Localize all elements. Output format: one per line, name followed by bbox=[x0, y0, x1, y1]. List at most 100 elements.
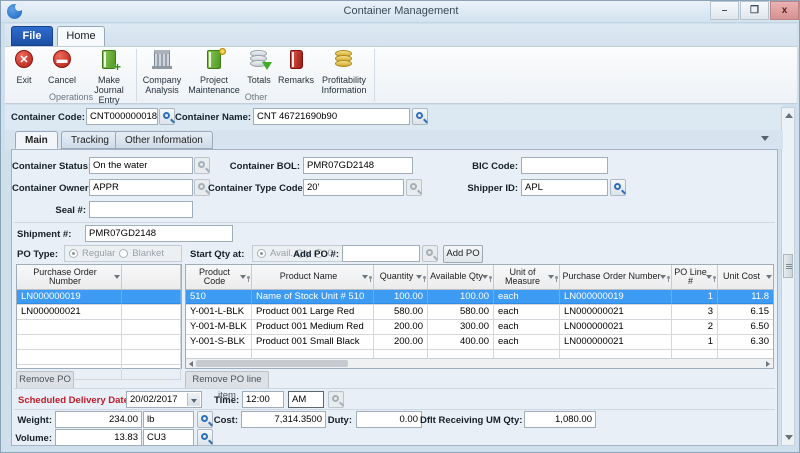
po-grid-row-empty bbox=[17, 350, 181, 365]
filter-icon[interactable] bbox=[660, 275, 666, 279]
radio-avail-qty[interactable] bbox=[257, 249, 266, 258]
make-journal-entry-button[interactable]: + Make Journal Entry bbox=[83, 48, 135, 92]
pin-icon[interactable] bbox=[369, 276, 372, 279]
scheduled-delivery-date-input[interactable]: 20/02/2017 bbox=[126, 391, 202, 408]
filter-icon[interactable] bbox=[114, 275, 120, 279]
line-grid-row[interactable]: 510 Name of Stock Unit # 510 100.00 100.… bbox=[186, 290, 773, 305]
add-po-button[interactable]: Add PO bbox=[443, 245, 483, 263]
main-tab-panel: Container Status: On the water Container… bbox=[11, 149, 778, 446]
line-grid-row[interactable]: Y-001-L-BLK Product 001 Large Red 580.00… bbox=[186, 305, 773, 320]
project-maintenance-button[interactable]: Project Maintenance bbox=[185, 48, 243, 92]
col-quantity[interactable]: Quantity bbox=[374, 265, 428, 289]
line-grid-row[interactable]: Y-001-S-BLK Product 001 Small Black 200.… bbox=[186, 335, 773, 350]
shipper-id-lookup-button[interactable] bbox=[610, 179, 626, 196]
filter-icon[interactable] bbox=[362, 275, 368, 279]
tab-file[interactable]: File bbox=[11, 26, 53, 46]
container-status-lookup-button[interactable] bbox=[194, 157, 210, 174]
filter-icon[interactable] bbox=[706, 275, 712, 279]
scrollbar-thumb[interactable] bbox=[783, 254, 793, 278]
weight-label: Weight: bbox=[12, 415, 52, 426]
calendar-dropdown-icon[interactable] bbox=[187, 393, 200, 406]
pin-icon[interactable] bbox=[247, 276, 250, 279]
scroll-right-icon[interactable] bbox=[766, 361, 770, 367]
close-button[interactable]: x bbox=[770, 1, 799, 20]
remove-po-line-item-button[interactable]: Remove PO line item bbox=[185, 371, 269, 389]
scroll-left-icon[interactable] bbox=[189, 361, 193, 367]
cost-input[interactable]: 7,314.3500 bbox=[241, 411, 326, 428]
col-unit-cost[interactable]: Unit Cost bbox=[718, 265, 773, 289]
filter-icon[interactable] bbox=[482, 275, 488, 279]
ampm-input[interactable]: AM bbox=[288, 391, 324, 408]
pin-icon[interactable] bbox=[667, 276, 670, 279]
tab-other-information[interactable]: Other Information bbox=[115, 131, 213, 149]
col-available-qty[interactable]: Available Qty bbox=[428, 265, 494, 289]
container-name-lookup-button[interactable] bbox=[412, 108, 428, 125]
maximize-button[interactable]: ❐ bbox=[740, 1, 769, 20]
minimize-button[interactable]: – bbox=[710, 1, 739, 20]
radio-blanket[interactable] bbox=[119, 249, 128, 258]
scroll-down-icon[interactable] bbox=[785, 435, 793, 440]
radio-regular[interactable] bbox=[69, 249, 78, 258]
profitability-information-button[interactable]: Profitability Information bbox=[317, 48, 371, 92]
seal-input[interactable] bbox=[89, 201, 193, 218]
container-name-input[interactable]: CNT 46721690b90 bbox=[253, 108, 410, 125]
pin-icon[interactable] bbox=[713, 276, 716, 279]
shipper-id-input[interactable]: APL bbox=[521, 179, 608, 196]
company-analysis-button[interactable]: Company Analysis bbox=[139, 48, 185, 92]
tab-tracking[interactable]: Tracking bbox=[61, 131, 119, 149]
container-name-label: Container Name: bbox=[175, 112, 251, 123]
container-code-lookup-button[interactable] bbox=[159, 108, 175, 125]
container-status-input[interactable]: On the water bbox=[89, 157, 193, 174]
po-grid-row[interactable]: LN000000019 bbox=[17, 290, 181, 305]
tab-main[interactable]: Main bbox=[15, 131, 58, 149]
col-product-name[interactable]: Product Name bbox=[252, 265, 374, 289]
form-vertical-scrollbar[interactable] bbox=[781, 107, 795, 446]
totals-button[interactable]: Totals bbox=[243, 48, 275, 92]
filter-icon[interactable] bbox=[766, 275, 772, 279]
volume-uom-lookup-button[interactable] bbox=[197, 429, 213, 446]
filter-icon[interactable] bbox=[548, 275, 554, 279]
container-type-code-lookup-button[interactable] bbox=[406, 179, 422, 196]
filter-icon[interactable] bbox=[416, 275, 422, 279]
exit-button[interactable]: ✕ Exit bbox=[9, 48, 39, 92]
pin-icon[interactable] bbox=[489, 276, 492, 279]
line-grid: Product Code Product Name Quantity Avail… bbox=[185, 264, 774, 369]
pin-icon[interactable] bbox=[423, 276, 426, 279]
dflt-receiving-input[interactable]: 1,080.00 bbox=[524, 411, 596, 428]
remove-po-button[interactable]: Remove PO bbox=[16, 371, 74, 389]
duty-label: Duty: bbox=[324, 415, 352, 426]
col-purchase-order-number[interactable]: Purchase Order Number bbox=[560, 265, 672, 289]
add-po-input[interactable] bbox=[342, 245, 420, 262]
ampm-lookup-button[interactable] bbox=[328, 391, 344, 408]
cancel-button[interactable]: ▬ Cancel bbox=[43, 48, 81, 92]
group-label-other: Other bbox=[137, 92, 375, 102]
weight-input[interactable]: 234.00 bbox=[55, 411, 142, 428]
volume-input[interactable]: 13.83 bbox=[55, 429, 142, 446]
container-code-input[interactable]: CNT000000018 bbox=[86, 108, 158, 125]
scroll-up-icon[interactable] bbox=[785, 113, 793, 118]
line-grid-horizontal-scrollbar[interactable] bbox=[186, 358, 773, 368]
tab-home[interactable]: Home bbox=[57, 26, 105, 46]
line-grid-row[interactable]: Y-001-M-BLK Product 001 Medium Red 200.0… bbox=[186, 320, 773, 335]
col-product-code[interactable]: Product Code bbox=[186, 265, 252, 289]
weight-uom-input[interactable]: lb bbox=[143, 411, 194, 428]
add-po-lookup-button[interactable] bbox=[422, 245, 438, 262]
chevron-down-icon[interactable] bbox=[761, 136, 769, 141]
remarks-button[interactable]: Remarks bbox=[275, 48, 317, 92]
shipment-input[interactable]: PMR07GD2148 bbox=[85, 225, 233, 242]
scrollbar-thumb[interactable] bbox=[196, 360, 348, 367]
time-input[interactable]: 12:00 bbox=[242, 391, 284, 408]
po-grid-header[interactable]: Purchase Order Number bbox=[17, 265, 122, 289]
volume-uom-input[interactable]: CU3 bbox=[143, 429, 194, 446]
container-bol-input[interactable]: PMR07GD2148 bbox=[303, 157, 413, 174]
duty-input[interactable]: 0.00 bbox=[356, 411, 422, 428]
col-unit-of-measure[interactable]: Unit of Measure bbox=[494, 265, 560, 289]
col-po-line[interactable]: PO Line # bbox=[672, 265, 718, 289]
container-type-code-input[interactable]: 20' bbox=[303, 179, 404, 196]
bic-code-input[interactable] bbox=[521, 157, 608, 174]
pin-icon[interactable] bbox=[555, 276, 558, 279]
po-grid-row[interactable]: LN000000021 bbox=[17, 305, 181, 320]
filter-icon[interactable] bbox=[240, 275, 246, 279]
container-owner-input[interactable]: APPR bbox=[89, 179, 193, 196]
ribbon-tabstrip: File Home bbox=[5, 24, 797, 46]
